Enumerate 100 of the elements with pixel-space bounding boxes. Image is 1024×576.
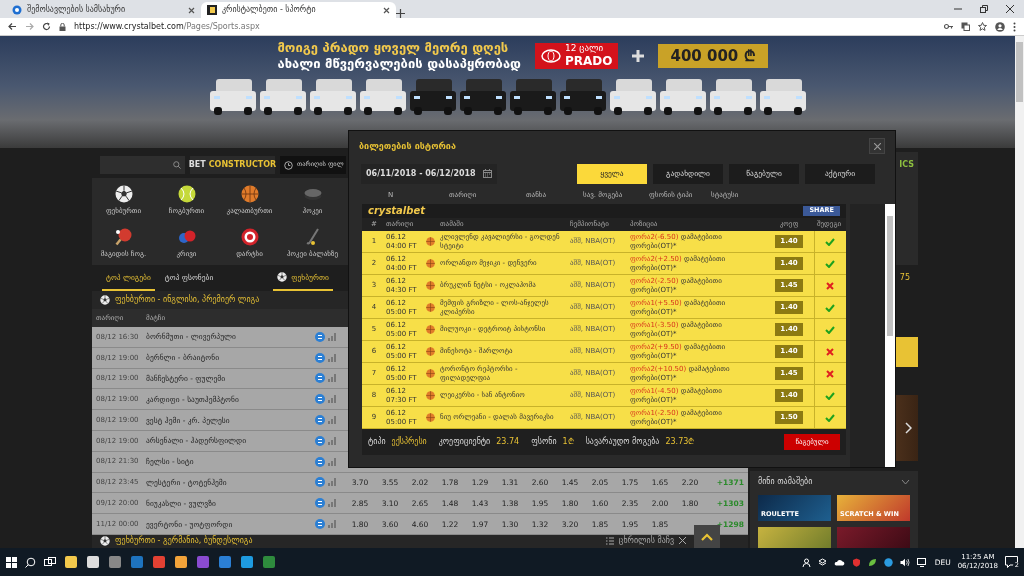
close-icon (873, 142, 881, 150)
new-tab-icon[interactable] (396, 9, 405, 18)
restore-icon[interactable] (980, 5, 988, 13)
emblem-logo-icon (540, 48, 561, 63)
summary-value: 1₾ (562, 437, 574, 447)
basketball-icon (240, 184, 259, 203)
summary-label: კოეფიციენტი (438, 437, 491, 447)
scrollbar-thumb[interactable] (1016, 42, 1023, 102)
search-icon[interactable] (25, 556, 36, 568)
event-count: 75 (899, 273, 910, 283)
basketball-icon (426, 391, 435, 400)
soccer-ball-icon (100, 295, 110, 305)
cloud-icon[interactable] (833, 558, 845, 566)
url-field[interactable]: https://www.crystalbet.com/Pages/Sports.aspx (74, 21, 260, 32)
game-thumbnail[interactable] (837, 526, 910, 548)
stream-icon[interactable] (315, 477, 325, 488)
summary-label: ტიპი (368, 437, 386, 447)
stream-icon[interactable] (315, 331, 325, 342)
notification-icon[interactable] (1005, 556, 1018, 568)
reload-icon[interactable] (42, 22, 51, 31)
close-icon[interactable] (383, 6, 390, 14)
stream-icon[interactable] (315, 435, 325, 446)
scrollbar-track[interactable] (1015, 36, 1024, 548)
tennis-ball-icon (177, 184, 196, 203)
browser-tab[interactable]: შემოსავლების სამსახური (6, 2, 201, 18)
banner-headline: მოიგე პრადო ყოველ მეორე დღეს (277, 40, 510, 56)
close-icon[interactable] (188, 6, 195, 14)
scrollbar-track[interactable] (885, 204, 895, 467)
app-icon[interactable] (240, 555, 254, 569)
chevron-right-icon[interactable] (905, 422, 912, 434)
stream-icon[interactable] (315, 373, 325, 384)
date-range-field[interactable]: 06/11/2018 - 06/12/2018 (361, 163, 497, 184)
basketball-icon (426, 369, 435, 378)
panel-title: მინი თამაშები (758, 477, 813, 487)
person-icon[interactable] (801, 557, 811, 567)
summary-value: 23.74 (496, 437, 520, 447)
league-title: ფეხბურთი - ინგლისი, პრემიერ ლიგა (115, 295, 260, 305)
profile-icon[interactable] (995, 21, 1005, 32)
brand-label[interactable]: BET CONSTRUCTOR (190, 156, 275, 174)
basketball-icon (426, 237, 435, 246)
soccer-ball-icon (277, 272, 288, 282)
shield-icon[interactable] (851, 557, 861, 567)
basketball-icon (426, 413, 435, 422)
table-settings-label[interactable]: ცხრილის მაჩვ (618, 535, 674, 546)
stream-icon[interactable] (315, 519, 325, 530)
game-thumbnail[interactable] (758, 526, 831, 548)
close-icon[interactable] (1006, 5, 1014, 13)
forward-icon[interactable] (25, 22, 34, 31)
spreadsheet-icon[interactable] (262, 555, 276, 569)
banner-subline: ახალი მწვერვალების დასაპყრობად (277, 55, 521, 72)
app-icon[interactable] (174, 555, 188, 569)
scroll-top-button[interactable] (694, 525, 720, 548)
browser-icon[interactable] (130, 555, 144, 569)
close-button[interactable] (869, 138, 885, 154)
chevron-down-icon[interactable] (901, 478, 910, 485)
key-icon[interactable] (944, 22, 953, 31)
scrollbar-thumb[interactable] (887, 216, 893, 336)
stream-icon[interactable] (315, 456, 325, 467)
league-title: ფეხბურთი - გერმანია, ბუნდესლიგა (115, 535, 253, 546)
prize-amount: 400 000 ₾ (658, 43, 768, 68)
site-logo: crystalbet (368, 205, 425, 217)
back-icon[interactable] (8, 22, 17, 31)
stream-icon[interactable] (315, 498, 325, 509)
translate-icon[interactable] (961, 22, 970, 31)
summary-label: ფსონი (531, 437, 557, 447)
chevron-up-icon (701, 533, 713, 541)
browser-tab[interactable]: კრისტალბეთი - სპორტი (201, 2, 396, 18)
badge-model: PRADO (564, 53, 613, 69)
speaker-icon[interactable] (899, 557, 910, 567)
basketball-icon (426, 347, 435, 356)
leaf-icon[interactable] (867, 557, 877, 567)
close-icon[interactable] (679, 537, 686, 545)
folder-icon[interactable] (64, 555, 78, 569)
windows-logo-icon[interactable] (6, 556, 17, 568)
minimize-icon[interactable] (954, 5, 962, 13)
stream-icon[interactable] (315, 352, 325, 363)
basketball-icon (426, 325, 435, 334)
app-icon[interactable] (86, 555, 100, 569)
stream-icon[interactable] (315, 415, 325, 426)
search-field[interactable] (100, 156, 185, 174)
badge-count: 12 ცალი (564, 43, 605, 54)
star-icon[interactable] (978, 22, 987, 31)
stream-icon[interactable] (315, 394, 325, 405)
lock-icon (59, 22, 66, 31)
target-icon (240, 228, 259, 247)
task-view-icon[interactable] (44, 556, 56, 568)
basketball-icon (426, 281, 435, 290)
letter-favicon-icon (207, 5, 217, 15)
menu-icon[interactable] (1013, 21, 1016, 32)
calendar-icon (483, 169, 492, 178)
basketball-icon (426, 303, 435, 312)
summary-label: სავარაუდო მოგება (585, 437, 660, 447)
network-icon[interactable] (916, 557, 928, 567)
box-icon[interactable] (817, 557, 827, 567)
browser-icon[interactable] (152, 555, 166, 569)
basketball-icon (426, 259, 435, 268)
clock-icon (284, 160, 293, 170)
calculator-icon[interactable] (108, 555, 122, 569)
list-icon (605, 536, 614, 545)
paddle-icon (114, 228, 133, 247)
